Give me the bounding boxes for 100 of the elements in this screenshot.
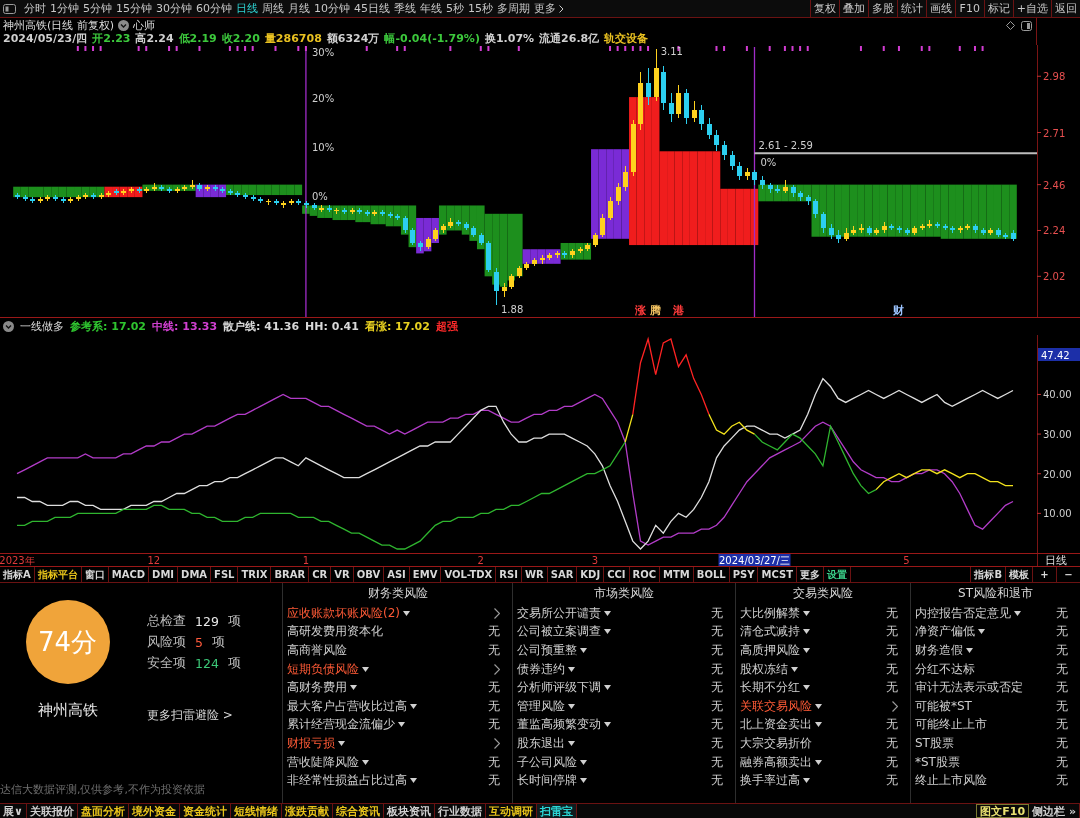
quote-field: 2024/05/23/四	[3, 31, 88, 46]
result-text: 无	[1056, 772, 1068, 790]
price-label: 2.61 - 2.59	[758, 140, 813, 152]
indicator-name: 心师	[133, 18, 156, 32]
axis-period-label: 日线	[1045, 554, 1067, 567]
cursor-value-label: 47.42	[1038, 348, 1080, 361]
result-text: 无	[488, 697, 500, 715]
stat-count: 129	[195, 614, 219, 629]
result-text: 无	[886, 604, 898, 622]
price-axis-label: 2.98	[1043, 71, 1066, 83]
result-text: 无	[886, 642, 898, 659]
result-text: 无	[711, 697, 723, 715]
result-text: 无	[488, 716, 500, 734]
quote-field: 轨交设备	[604, 31, 649, 46]
legend-item: 中线: 13.33	[152, 319, 218, 334]
quote-field: 开2.23	[92, 31, 131, 46]
cursor-date-label: 2024/03/27/三	[718, 554, 791, 566]
legend-item: 散户线: 41.36	[223, 319, 300, 334]
stat-label: 风险项	[147, 634, 186, 651]
column-title: 财务类风险	[366, 585, 429, 602]
legend-item: 看涨: 17.02	[364, 319, 430, 334]
price-axis-label: 2.02	[1043, 271, 1066, 283]
price-axis-label: 2.71	[1043, 127, 1066, 139]
stat-count: 124	[195, 656, 219, 671]
stock-title: 神州高铁(日线 前复权)	[3, 18, 115, 33]
result-text: 无	[1056, 716, 1068, 734]
result-text: 无	[1056, 604, 1068, 622]
stat-label: 总检查	[147, 613, 186, 630]
result-text: 无	[886, 660, 898, 678]
result-text: 无	[711, 623, 723, 641]
result-text: 无	[488, 679, 500, 697]
percent-label: 30%	[311, 47, 335, 58]
quote-field: 流通26.8亿	[539, 31, 600, 46]
quote-field: 低2.19	[178, 31, 217, 46]
result-text: 无	[711, 679, 723, 697]
quote-field: 高2.24	[135, 31, 174, 46]
result-text: 无	[1056, 660, 1068, 678]
result-text: 无	[886, 772, 898, 790]
result-text: 无	[488, 623, 500, 641]
indicator-axis-label: 40.00	[1043, 389, 1072, 401]
column-title: 市场类风险	[593, 585, 655, 602]
indicator-axis-label: 30.00	[1043, 429, 1072, 441]
stat-unit: 项	[227, 613, 241, 630]
result-text: 无	[886, 623, 898, 641]
result-text: 无	[488, 753, 500, 771]
price-label: 1.88	[501, 304, 524, 316]
result-text: 无	[711, 753, 723, 771]
stat-label: 安全项	[147, 655, 186, 672]
result-text: 无	[1056, 623, 1068, 641]
legend-item: 超强	[435, 319, 458, 334]
result-text: 无	[488, 772, 500, 790]
percent-label: 0%	[311, 191, 328, 203]
date-axis-label: 2023年	[0, 555, 35, 566]
price-axis-label: 2.46	[1043, 179, 1066, 191]
date-axis-label: 1	[302, 555, 310, 566]
column-title: ST风险和退市	[957, 585, 1034, 602]
price-label: 3.11	[660, 46, 683, 58]
stat-count: 5	[195, 635, 203, 650]
percent-label: 20%	[311, 93, 335, 105]
quote-field: 收2.20	[221, 31, 260, 46]
result-text: 无	[488, 642, 500, 659]
result-text: 无	[711, 642, 723, 659]
result-text: 无	[886, 716, 898, 734]
result-text: 无	[711, 772, 723, 790]
stock-name: 神州高铁	[37, 701, 98, 720]
risk-score: 74分	[25, 600, 110, 684]
result-text: 无	[1056, 753, 1068, 771]
result-text: 无	[886, 734, 898, 752]
legend-item: 参考系: 17.02	[70, 319, 147, 334]
event-label: 涨	[634, 304, 646, 317]
result-text: 无	[711, 716, 723, 734]
event-label: 腾	[650, 304, 662, 317]
result-text: 无	[1056, 734, 1068, 752]
date-axis-label: 12	[147, 555, 161, 566]
result-text: 无	[711, 660, 723, 678]
result-text: 无	[711, 604, 723, 622]
disclaimer-text: 达信大数据评测,仅供参考,不作为投资依据	[0, 782, 206, 797]
event-label: 港	[672, 304, 684, 317]
result-text: 无	[1056, 697, 1068, 715]
date-axis-label: 3	[591, 555, 598, 566]
stat-unit: 项	[227, 655, 241, 672]
quote-field: 幅-0.04(-1.79%)	[384, 31, 480, 46]
quote-field: 换1.07%	[484, 31, 535, 46]
result-text: 无	[886, 679, 898, 697]
percent-label: 10%	[311, 142, 335, 154]
price-axis-label: 2.24	[1043, 225, 1066, 237]
column-title: 交易类风险	[792, 585, 854, 602]
stat-unit: 项	[211, 634, 225, 651]
result-text: 无	[886, 753, 898, 771]
indicator-title: 一线做多	[20, 319, 64, 334]
indicator-axis-label: 10.00	[1043, 508, 1072, 520]
quote-field: 量286708	[264, 31, 322, 46]
price-label: 0%	[760, 157, 777, 169]
quote-field: 额6324万	[326, 31, 380, 46]
indicator-axis-label: 20.00	[1043, 468, 1072, 480]
result-text: 无	[711, 734, 723, 752]
date-axis-label: 5	[903, 555, 910, 566]
result-text: 无	[1056, 679, 1068, 697]
result-text: 无	[1056, 642, 1068, 659]
event-label: 财	[893, 304, 905, 317]
